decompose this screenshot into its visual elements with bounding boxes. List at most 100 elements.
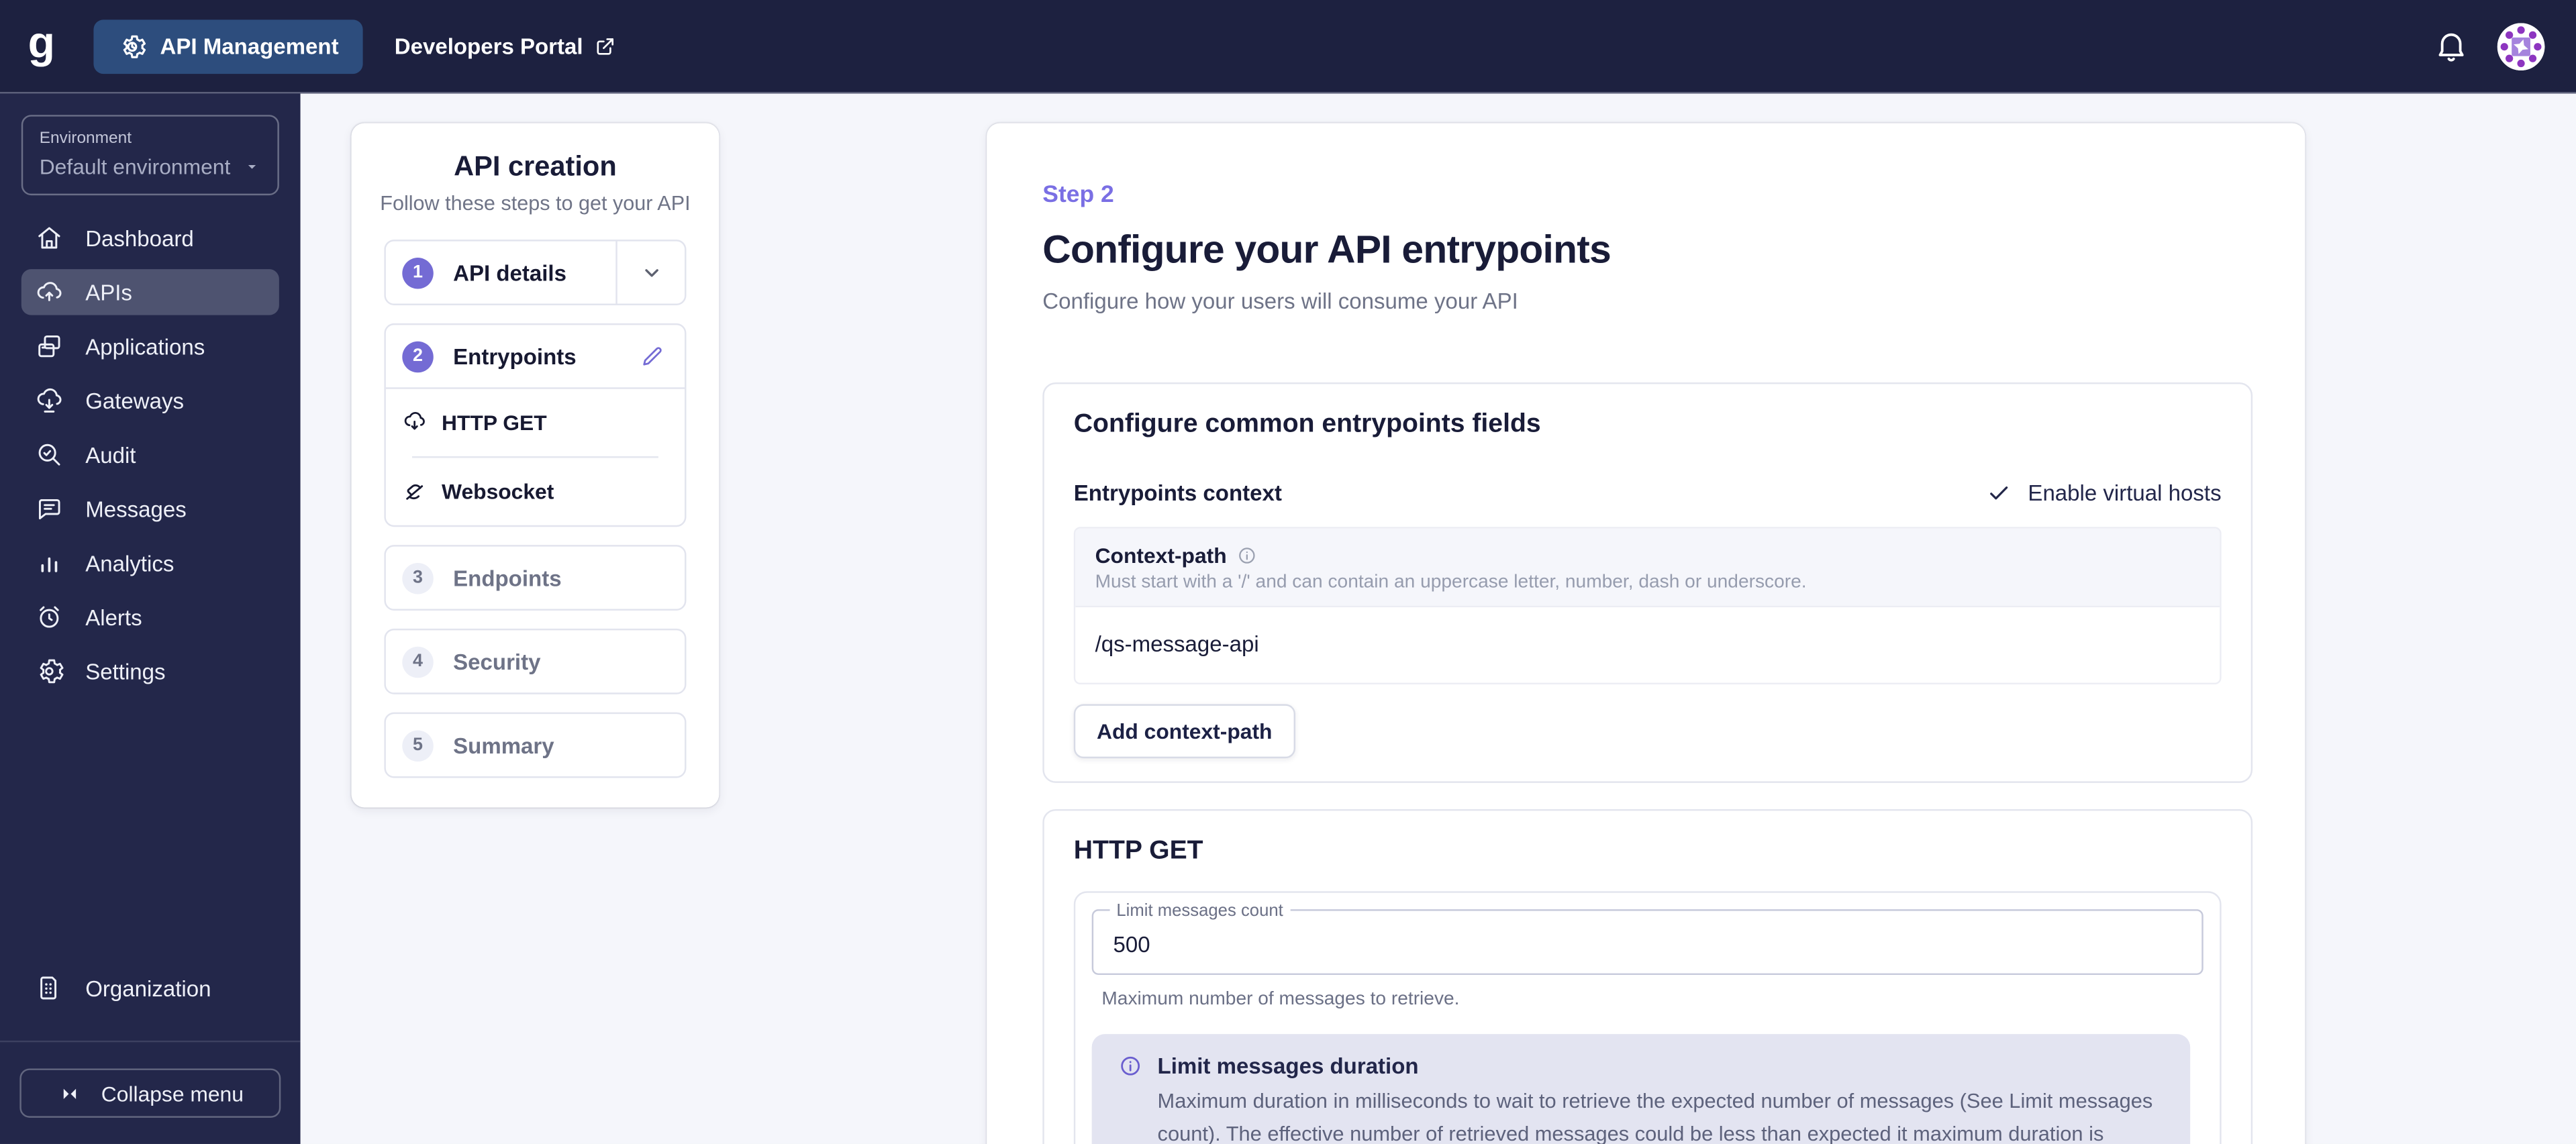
notifications-bell-icon[interactable] [2433, 28, 2469, 64]
gear-icon [117, 32, 146, 60]
step-label: Endpoints [453, 565, 562, 590]
context-path-help: Must start with a '/' and can contain an… [1095, 572, 1807, 593]
page-title: Configure your API entrypoints [1042, 228, 1612, 273]
collapse-menu-button[interactable]: Collapse menu [19, 1068, 281, 1118]
sidebar-item-label: Gateways [85, 388, 185, 413]
applications-icon [34, 331, 64, 361]
cloud-upload-icon [34, 277, 64, 307]
common-entrypoints-section: Configure common entrypoints fields Entr… [1042, 382, 2253, 783]
http-get-section: HTTP GET Limit messages count 500 Maximu… [1042, 809, 2253, 1144]
step-api-details: 1 API details [384, 240, 687, 305]
message-icon [34, 494, 64, 523]
limit-messages-count-hint: Maximum number of messages to retrieve. [1101, 990, 1460, 1010]
sidebar-item-label: Audit [85, 442, 136, 467]
sidebar-item-gateways[interactable]: Gateways [21, 378, 279, 423]
step-label: Security [453, 649, 541, 674]
limit-messages-duration-banner: Limit messages duration Maximum duration… [1091, 1034, 2191, 1144]
alarm-clock-icon [34, 603, 64, 632]
cloud-download-icon [34, 386, 64, 415]
sidebar-item-label: Dashboard [85, 225, 194, 251]
gravitee-logo: g [28, 17, 55, 67]
step-entrypoints-row: 2 Entrypoints [385, 325, 685, 389]
caret-down-icon [243, 158, 261, 176]
cloud-download-icon [402, 411, 427, 435]
entrypoint-label: Websocket [442, 479, 554, 504]
pencil-icon [639, 343, 665, 369]
banner-title: Limit messages duration [1157, 1053, 1419, 1079]
sidebar-item-organization[interactable]: Organization [21, 965, 279, 1010]
environment-selector[interactable]: Environment Default environment [21, 115, 279, 196]
step-number-badge: 3 [402, 562, 434, 594]
chevron-down-icon [638, 259, 664, 285]
info-circle-icon [1118, 1053, 1143, 1078]
step-indicator: Step 2 [1042, 182, 1114, 209]
sidebar-item-messages[interactable]: Messages [21, 486, 279, 531]
main-content: API creation Follow these steps to get y… [300, 93, 2576, 1144]
sidebar-item-settings[interactable]: Settings [21, 648, 279, 694]
entrypoint-label: HTTP GET [442, 410, 547, 435]
step-label: Summary [453, 733, 554, 758]
info-icon[interactable] [1236, 545, 1258, 566]
context-path-label: Context-path [1095, 543, 1227, 568]
entrypoints-config-card: Step 2 Configure your API entrypoints Co… [987, 123, 2306, 1144]
step-number-badge: 2 [402, 340, 434, 372]
step-number-badge: 5 [402, 729, 434, 761]
step-security: 4 Security [384, 628, 687, 694]
step-api-details-row[interactable]: 1 API details [386, 242, 615, 304]
sidebar-item-alerts[interactable]: Alerts [21, 594, 279, 640]
developers-portal-label: Developers Portal [394, 34, 583, 58]
sidebar-item-apis[interactable]: APIs [21, 269, 279, 315]
gear-icon [34, 656, 64, 686]
collapse-menu-label: Collapse menu [101, 1080, 244, 1106]
page-subtitle: Configure how your users will consume yo… [1042, 289, 1518, 314]
add-context-path-button[interactable]: Add context-path [1073, 704, 1295, 759]
sidebar-item-analytics[interactable]: Analytics [21, 540, 279, 586]
sidebar-item-label: Alerts [85, 605, 142, 630]
entrypoints-context-label: Entrypoints context [1073, 480, 1282, 506]
websocket-icon [402, 479, 427, 504]
sidebar-item-applications[interactable]: Applications [21, 323, 279, 369]
sidebar-item-label: APIs [85, 280, 132, 305]
check-icon [1987, 481, 2012, 506]
step-number-badge: 4 [402, 645, 434, 678]
api-management-button[interactable]: API Management [93, 19, 364, 73]
home-icon [34, 223, 64, 253]
context-path-field: Context-path Must start with a '/' and c… [1073, 527, 2222, 685]
stepper-subtitle: Follow these steps to get your API [380, 192, 691, 215]
developers-portal-link[interactable]: Developers Portal [395, 34, 616, 58]
stepper-title: API creation [454, 151, 617, 183]
context-path-input[interactable]: /qs-message-api [1075, 605, 2220, 683]
expand-step-button[interactable] [615, 241, 685, 304]
external-link-icon [595, 36, 616, 57]
step-label: Entrypoints [453, 344, 577, 369]
http-get-config-panel: Limit messages count 500 Maximum number … [1073, 891, 2222, 1144]
organization-icon [34, 974, 64, 1003]
sidebar-item-audit[interactable]: Audit [21, 431, 279, 477]
step-endpoints: 3 Endpoints [384, 545, 687, 611]
user-avatar[interactable] [2497, 22, 2545, 70]
entrypoint-websocket: Websocket [386, 458, 685, 525]
step-label: API details [453, 260, 566, 285]
context-path-field-header: Context-path Must start with a '/' and c… [1075, 528, 2220, 606]
sidebar-divider [0, 1040, 301, 1043]
collapse-icon [57, 1081, 82, 1106]
limit-messages-count-input[interactable]: Limit messages count 500 [1091, 900, 2203, 976]
sidebar-item-dashboard[interactable]: Dashboard [21, 215, 279, 260]
app-window: g API Management Developers Portal Envir… [0, 0, 2576, 1144]
section-title: HTTP GET [1073, 837, 1203, 866]
enable-virtual-hosts-label: Enable virtual hosts [2028, 480, 2222, 506]
organization-label: Organization [85, 976, 211, 1000]
environment-value: Default environment [39, 154, 231, 179]
enable-virtual-hosts-checkbox[interactable]: Enable virtual hosts [1987, 480, 2222, 506]
search-check-icon [34, 440, 64, 470]
sidebar: Environment Default environment Dashboar… [0, 93, 301, 1144]
step-number-badge: 1 [402, 256, 434, 289]
limit-messages-count-label: Limit messages count [1109, 900, 1290, 921]
api-creation-stepper-card: API creation Follow these steps to get y… [351, 123, 720, 808]
step-summary: 5 Summary [384, 712, 687, 778]
environment-label: Environment [39, 129, 132, 148]
section-title: Configure common entrypoints fields [1073, 410, 1541, 439]
edit-step-button[interactable] [639, 343, 665, 369]
sidebar-nav: Dashboard APIs Applications Gateways Aud… [0, 215, 301, 694]
sidebar-item-label: Messages [85, 496, 187, 521]
